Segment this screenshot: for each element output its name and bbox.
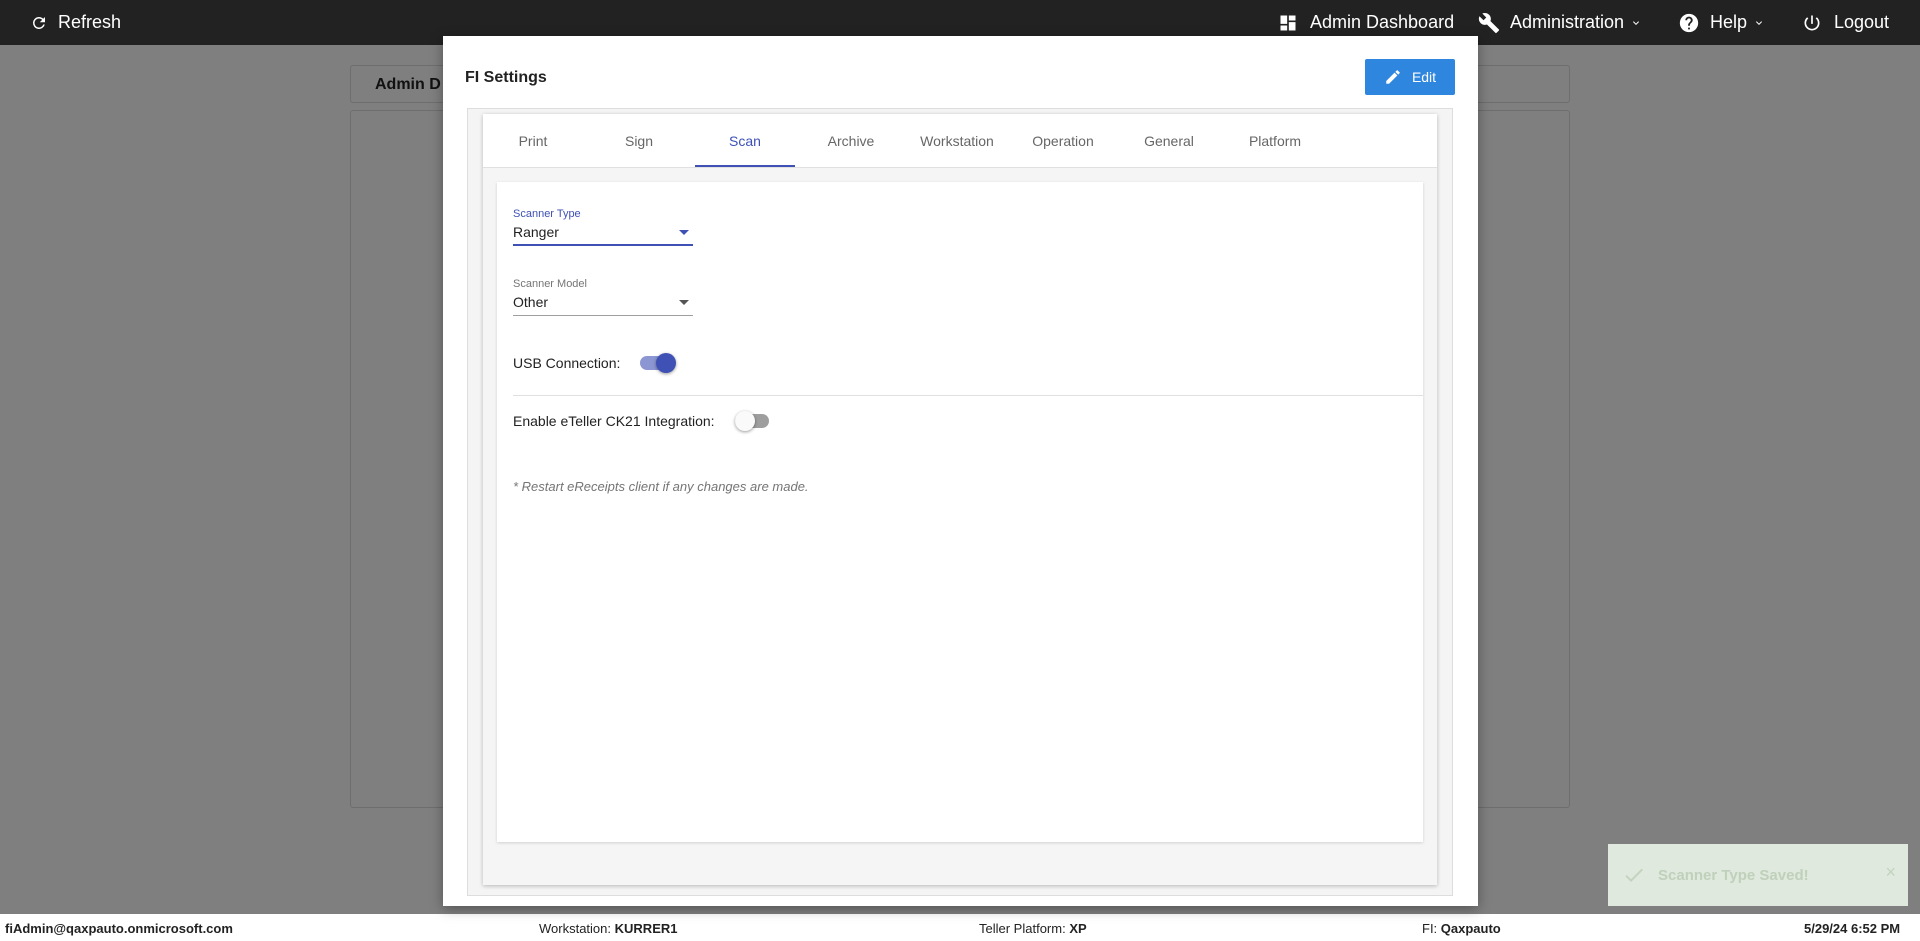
- scanner-model-label: Scanner Model: [513, 278, 587, 290]
- chevron-down-icon: [1633, 20, 1640, 25]
- toggle-thumb: [656, 353, 677, 373]
- success-toast: Scanner Type Saved! ×: [1608, 844, 1908, 906]
- dropdown-arrow-icon: [679, 230, 689, 235]
- edit-label: Edit: [1411, 69, 1437, 85]
- scanner-type-label: Scanner Type: [513, 208, 581, 220]
- footer-teller-platform: Teller Platform: XP: [979, 921, 1087, 936]
- tab-bar: Print Sign Scan Archive Workstation Oper…: [483, 114, 1437, 168]
- tab-print[interactable]: Print: [483, 114, 583, 168]
- tab-platform[interactable]: Platform: [1225, 114, 1325, 168]
- pencil-icon: [1386, 70, 1400, 84]
- scan-settings-content: Scanner Type Ranger Scanner Model Other …: [497, 182, 1423, 842]
- scanner-type-select[interactable]: Scanner Type Ranger: [513, 208, 693, 246]
- footer-workstation-label: Workstation:: [539, 921, 612, 936]
- tab-archive[interactable]: Archive: [801, 114, 901, 168]
- toggle-thumb: [734, 411, 755, 431]
- checkmark-icon: [1625, 868, 1643, 882]
- usb-connection-toggle[interactable]: [640, 353, 677, 373]
- footer-fi: FI: Qaxpauto: [1422, 921, 1501, 936]
- help-menu[interactable]: Help: [1678, 0, 1765, 45]
- toast-message: Scanner Type Saved!: [1658, 866, 1809, 884]
- footer-fi-value: Qaxpauto: [1440, 921, 1501, 936]
- footer-teller-platform-label: Teller Platform:: [979, 921, 1066, 936]
- status-footer: fiAdmin@qaxpauto.onmicrosoft.com Worksta…: [0, 914, 1920, 941]
- refresh-icon: [32, 16, 45, 29]
- usb-connection-row: USB Connection:: [513, 353, 677, 373]
- dashboard-icon: [1280, 15, 1296, 30]
- toast-close-icon[interactable]: ×: [1885, 862, 1896, 883]
- tab-general[interactable]: General: [1119, 114, 1219, 168]
- scanner-model-value: Other: [513, 294, 549, 310]
- administration-menu[interactable]: Administration: [1478, 0, 1652, 45]
- footer-workstation-value: KURRER1: [614, 921, 678, 936]
- section-divider: [513, 395, 1423, 396]
- help-icon: [1679, 13, 1699, 32]
- scanner-type-value: Ranger: [513, 224, 559, 240]
- eteller-integration-label: Enable eTeller CK21 Integration:: [513, 413, 715, 429]
- wrench-icon: [1478, 12, 1500, 33]
- scanner-model-select[interactable]: Scanner Model Other: [513, 278, 693, 316]
- logout-button[interactable]: Logout: [1802, 0, 1889, 45]
- fi-settings-dialog: FI Settings Edit Print Sign Scan Archive…: [443, 36, 1478, 906]
- refresh-label: Refresh: [58, 12, 122, 32]
- tab-workstation[interactable]: Workstation: [907, 114, 1007, 168]
- footer-fi-label: FI:: [1422, 921, 1438, 936]
- chevron-down-icon: [1756, 20, 1763, 25]
- refresh-button[interactable]: Refresh: [30, 0, 121, 45]
- usb-connection-label: USB Connection:: [513, 355, 621, 371]
- dropdown-arrow-icon: [679, 300, 689, 305]
- help-label: Help: [1710, 12, 1748, 32]
- footer-user: fiAdmin@qaxpauto.onmicrosoft.com: [5, 921, 233, 936]
- logout-label: Logout: [1834, 12, 1890, 32]
- eteller-integration-row: Enable eTeller CK21 Integration:: [513, 411, 771, 431]
- power-icon: [1804, 15, 1820, 30]
- dialog-title: FI Settings: [465, 69, 547, 86]
- tab-operation[interactable]: Operation: [1013, 114, 1113, 168]
- tab-sign[interactable]: Sign: [589, 114, 689, 168]
- tab-scan[interactable]: Scan: [695, 114, 795, 168]
- footer-datetime: 5/29/24 6:52 PM: [1804, 921, 1901, 936]
- scanner-type-value-wrap[interactable]: Ranger: [513, 224, 693, 246]
- footer-teller-platform-value: XP: [1069, 921, 1087, 936]
- eteller-integration-toggle[interactable]: [734, 411, 771, 431]
- footer-workstation: Workstation: KURRER1: [539, 921, 677, 936]
- restart-note: * Restart eReceipts client if any change…: [513, 479, 809, 494]
- scanner-model-value-wrap[interactable]: Other: [513, 294, 693, 316]
- administration-label: Administration: [1510, 12, 1625, 32]
- settings-tabs: Print Sign Scan Archive Workstation Oper…: [483, 114, 1437, 885]
- admin-dashboard-label: Admin Dashboard: [1310, 12, 1455, 32]
- active-tab-indicator: [695, 165, 795, 167]
- edit-button[interactable]: Edit: [1365, 59, 1455, 95]
